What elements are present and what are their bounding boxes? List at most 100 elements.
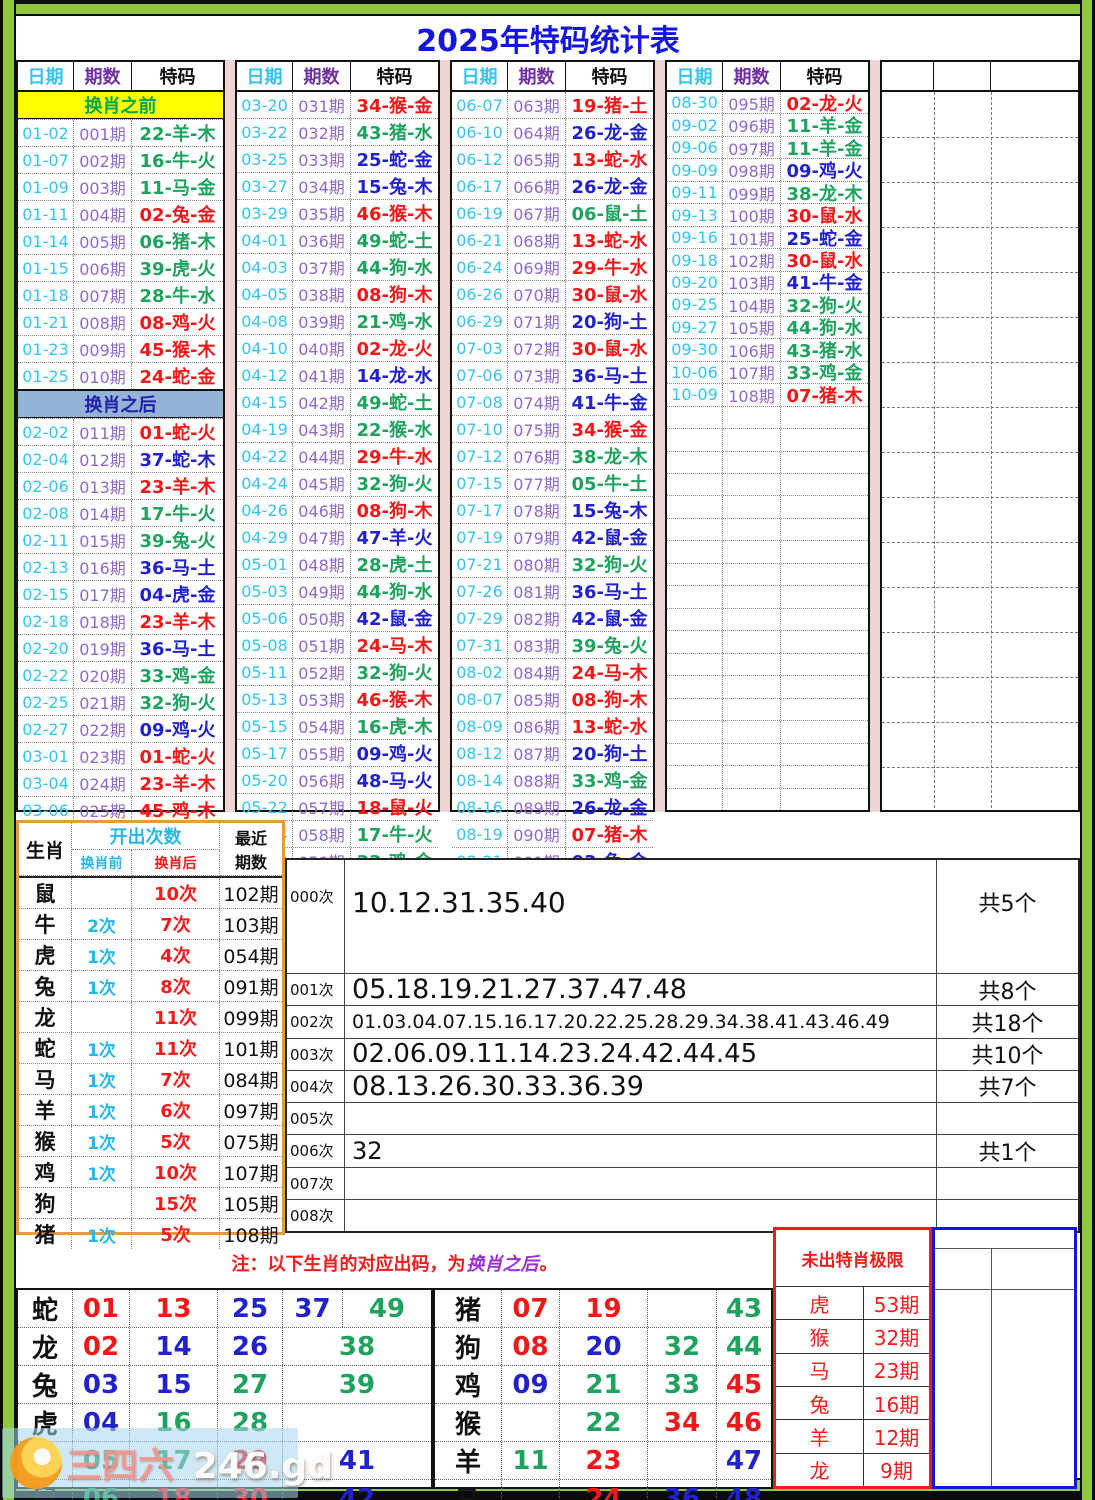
count-row: 005次 — [287, 1102, 1078, 1135]
draw-period: 038期 — [293, 281, 351, 307]
draw-period: 084期 — [508, 659, 566, 685]
cell — [781, 474, 868, 495]
limit-period: 16期 — [873, 1392, 920, 1417]
cell — [781, 452, 868, 473]
draw-special-code: 06-猪-木 — [139, 232, 216, 253]
header-period: 期数 — [723, 62, 781, 90]
zodiac-number: 19 — [560, 1290, 648, 1327]
draw-period: 003期 — [74, 174, 132, 200]
draw-date: 02-15 — [18, 581, 74, 607]
draw-period: 100期 — [723, 204, 781, 226]
draw-row: 04-29 047期 47-羊-火 — [237, 523, 438, 550]
draw-date: 02-13 — [18, 554, 74, 580]
draw-special-code: 16-虎-木 — [356, 717, 433, 738]
draw-row: 01-21 008期 08-鸡-火 — [18, 308, 223, 335]
zodiac-number: 02 — [73, 1328, 130, 1365]
draw-row: 09-18 102期 30-鼠-水 — [667, 248, 868, 271]
blue-box-line — [935, 1289, 1074, 1290]
draw-period: 056期 — [293, 767, 351, 793]
count-numbers: 32 — [352, 1136, 383, 1165]
draw-special-code: 33-鸡-金 — [139, 666, 216, 687]
draw-special-code: 41-牛-金 — [786, 273, 863, 294]
draw-row: 09-16 101期 25-蛇-金 — [667, 225, 868, 249]
zodiac-number: 01 — [73, 1290, 130, 1327]
draw-date: 10-09 — [667, 384, 723, 406]
draw-date: 05-17 — [237, 740, 293, 766]
draw-special-code: 05-牛-土 — [571, 474, 648, 495]
draw-row: 02-27 022期 09-鸡-火 — [18, 715, 223, 742]
header-date: 日期 — [452, 62, 508, 90]
stats-header-zodiac: 生肖 — [19, 823, 72, 876]
draw-row: 03-20 031期 34-猴-金 — [237, 92, 438, 118]
cell — [667, 473, 723, 496]
draw-period: 096期 — [723, 114, 781, 136]
draw-special-code: 02-兔-金 — [139, 205, 216, 226]
empty-row — [667, 630, 868, 653]
draw-row: 06-12 065期 13-蛇-水 — [452, 145, 653, 172]
stats-recent-period: 091期 — [223, 976, 279, 999]
limit-period: 23期 — [873, 1359, 920, 1384]
stats-count-before: 1次 — [72, 1064, 132, 1094]
draw-date: 08-16 — [452, 794, 508, 820]
draw-row: 04-05 038期 08-狗-木 — [237, 280, 438, 307]
draw-period: 015期 — [74, 527, 132, 553]
zodiac-name: 猴 — [435, 1404, 502, 1441]
draw-date: 05-15 — [237, 713, 293, 739]
draw-row: 05-08 051期 24-马-木 — [237, 631, 438, 658]
cell — [723, 586, 781, 608]
main-body: 06-07 063期 19-猪-土 06-10 064期 26-龙-金 06-12 065期 1… — [452, 92, 653, 955]
draw-date: 05-22 — [237, 794, 293, 820]
draw-row: 06-21 068期 13-蛇-水 — [452, 226, 653, 253]
count-label: 002次 — [287, 1006, 345, 1038]
stats-count-before: 1次 — [72, 1095, 132, 1125]
cell — [667, 406, 723, 429]
count-label: 003次 — [287, 1038, 345, 1070]
stats-count-after: 7次 — [132, 1064, 220, 1094]
column-separator — [870, 60, 880, 812]
stats-count-before: 1次 — [72, 971, 132, 1001]
grid-line — [934, 92, 935, 808]
draw-special-code: 25-蛇-金 — [356, 150, 433, 171]
count-label: 006次 — [287, 1135, 345, 1167]
stats-count-before — [72, 878, 132, 908]
limit-period: 53期 — [873, 1292, 920, 1317]
draw-special-code: 24-马-木 — [356, 636, 433, 657]
draw-row: 09-02 096期 11-羊-金 — [667, 113, 868, 136]
draw-period: 064期 — [508, 119, 566, 145]
cell — [667, 766, 723, 788]
draw-date: 08-07 — [452, 686, 508, 712]
draw-period: 075期 — [508, 416, 566, 442]
draw-date: 04-15 — [237, 389, 293, 415]
draw-row: 04-01 036期 49-蛇-土 — [237, 226, 438, 253]
draw-row: 03-04 024期 23-羊-木 — [18, 769, 223, 796]
draw-period: 016期 — [74, 554, 132, 580]
zodiac-number: 38 — [338, 1331, 376, 1362]
draw-period: 107期 — [723, 361, 781, 384]
draw-row: 07-29 082期 42-鼠-金 — [452, 604, 653, 631]
draw-period: 046期 — [293, 497, 351, 523]
draw-date: 01-25 — [18, 363, 74, 389]
note-highlight: 换肖之后 — [466, 1254, 539, 1275]
blue-box-line — [935, 1248, 1074, 1249]
watermark-brand: 三四六 — [66, 1446, 175, 1487]
zodiac-number-row: 猪 07 19 43 — [435, 1290, 771, 1327]
stats-recent-period: 097期 — [223, 1100, 279, 1123]
draw-period: 069期 — [508, 254, 566, 280]
draw-period: 014期 — [74, 500, 132, 526]
draw-date: 06-12 — [452, 146, 508, 172]
draw-special-code: 33-鸡-金 — [571, 771, 648, 792]
draw-date: 09-11 — [667, 181, 723, 204]
stats-count-after: 11次 — [132, 1033, 220, 1063]
zodiac-stats-header: 生肖 开出次数 换肖前 换肖后 最近 期数 — [19, 823, 282, 878]
draw-period: 013期 — [74, 473, 132, 499]
main-body: 08-30 095期 02-龙-火 09-02 096期 11-羊-金 09-06 097期 1… — [667, 92, 868, 810]
header-period: 期数 — [74, 62, 132, 90]
draw-period: 063期 — [508, 92, 566, 118]
draw-date: 09-09 — [667, 159, 723, 181]
count-total: 共8个 — [936, 974, 1078, 1006]
draw-special-code: 46-猴-木 — [356, 204, 433, 225]
page-title: 2025年特码统计表 — [416, 24, 680, 59]
draw-row: 04-24 045期 32-狗-火 — [237, 469, 438, 496]
draw-row: 01-09 003期 11-马-金 — [18, 173, 223, 200]
limit-zodiac: 羊 — [776, 1420, 864, 1453]
